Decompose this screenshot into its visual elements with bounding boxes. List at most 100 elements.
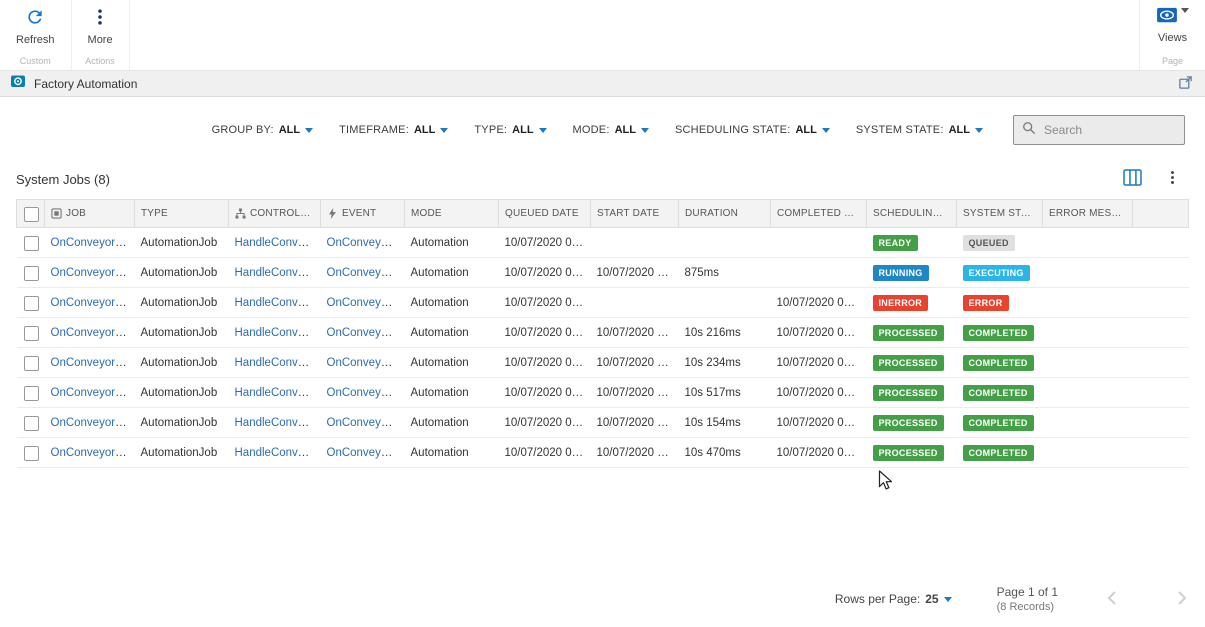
column-header-scheduling-sta[interactable]: SCHEDULING STA... [867, 200, 957, 228]
row-checkbox[interactable] [24, 296, 39, 311]
search-input[interactable] [1042, 122, 1176, 138]
page-info: Page 1 of 1 [997, 584, 1058, 600]
event-link[interactable]: OnConveyorBan [327, 327, 405, 339]
filter-label: TYPE: [474, 124, 507, 136]
controller-link[interactable]: HandleConveyo [235, 387, 317, 399]
system-state-cell: COMPLETED [957, 438, 1043, 468]
controller-link[interactable]: HandleConveyo [235, 327, 317, 339]
views-button[interactable]: Views [1152, 5, 1193, 46]
column-header-duration[interactable]: DURATION [679, 200, 771, 228]
rows-per-page-label: Rows per Page: [835, 592, 920, 606]
event-link[interactable]: OnConveyorBan [327, 237, 405, 249]
job-link[interactable]: OnConveyorBan [51, 387, 135, 399]
event-link[interactable]: OnConveyorBan [327, 417, 405, 429]
ribbon-group-caption-actions: Actions [85, 53, 115, 70]
job-cell: OnConveyorBan [45, 228, 135, 258]
row-checkbox[interactable] [24, 446, 39, 461]
table-row[interactable]: OnConveyorBanAutomationJobHandleConveyoO… [17, 438, 1189, 468]
column-header-controller[interactable]: CONTROLLER [229, 200, 321, 228]
completed-date-cell [771, 228, 867, 258]
controller-link[interactable]: HandleConveyo [235, 297, 317, 309]
table-row[interactable]: OnConveyorBanAutomationJobHandleConveyoO… [17, 348, 1189, 378]
job-link[interactable]: OnConveyorBan [51, 237, 135, 249]
select-all-checkbox[interactable] [24, 207, 39, 222]
column-header-system-state[interactable]: SYSTEM STATE [957, 200, 1043, 228]
system-state-cell: COMPLETED [957, 408, 1043, 438]
page-title: Factory Automation [34, 77, 137, 91]
column-header-type[interactable]: TYPE [135, 200, 229, 228]
event-link[interactable]: OnConveyorBan [327, 357, 405, 369]
controller-link[interactable]: HandleConveyo [235, 237, 317, 249]
filter-system-state[interactable]: SYSTEM STATE: ALL [856, 124, 983, 136]
event-link[interactable]: OnConveyorBan [327, 387, 405, 399]
controller-cell: HandleConveyo [229, 318, 321, 348]
job-link[interactable]: OnConveyorBan [51, 297, 135, 309]
job-link[interactable]: OnConveyorBan [51, 417, 135, 429]
row-checkbox[interactable] [24, 386, 39, 401]
row-checkbox[interactable] [24, 236, 39, 251]
filter-timeframe[interactable]: TIMEFRAME: ALL [339, 124, 448, 136]
duration-cell [679, 288, 771, 318]
job-link[interactable]: OnConveyorBan [51, 327, 135, 339]
job-cell: OnConveyorBan [45, 438, 135, 468]
completed-date-cell: 10/07/2020 03:... [771, 438, 867, 468]
row-checkbox[interactable] [24, 356, 39, 371]
event-link[interactable]: OnConveyorBan [327, 297, 405, 309]
row-checkbox[interactable] [24, 416, 39, 431]
column-header-job[interactable]: JOB [45, 200, 135, 228]
completed-date-cell: 10/07/2020 03:... [771, 348, 867, 378]
column-header-event[interactable]: EVENT [321, 200, 405, 228]
controller-link[interactable]: HandleConveyo [235, 447, 317, 459]
table-row[interactable]: OnConveyorBanAutomationJobHandleConveyoO… [17, 288, 1189, 318]
start-date-cell: 10/07/2020 03:... [591, 318, 679, 348]
controller-link[interactable]: HandleConveyo [235, 267, 317, 279]
table-row[interactable]: OnConveyorBanAutomationJobHandleConveyoO… [17, 258, 1189, 288]
completed-date-cell: 10/07/2020 03:... [771, 318, 867, 348]
table-more-options-button[interactable] [1164, 169, 1181, 189]
column-header-start-date[interactable]: START DATE [591, 200, 679, 228]
event-cell: OnConveyorBan [321, 438, 405, 468]
queued-date-cell: 10/07/2020 03:... [499, 438, 591, 468]
column-header-mode[interactable]: MODE [405, 200, 499, 228]
ribbon-group-page: Views Page [1139, 0, 1205, 70]
event-link[interactable]: OnConveyorBan [327, 447, 405, 459]
event-link[interactable]: OnConveyorBan [327, 267, 405, 279]
more-button[interactable]: More [84, 5, 117, 48]
job-link[interactable]: OnConveyorBan [51, 447, 135, 459]
type-cell: AutomationJob [135, 348, 229, 378]
controller-cell: HandleConveyo [229, 258, 321, 288]
rows-per-page-selector[interactable]: Rows per Page:25 [835, 592, 952, 606]
table-row[interactable]: OnConveyorBanAutomationJobHandleConveyoO… [17, 318, 1189, 348]
column-header-completed-date[interactable]: COMPLETED DATE [771, 200, 867, 228]
previous-page-button[interactable] [1103, 586, 1121, 613]
row-checkbox[interactable] [24, 266, 39, 281]
next-page-button[interactable] [1173, 586, 1191, 613]
filter-type[interactable]: TYPE: ALL [474, 124, 546, 136]
queued-date-cell: 10/07/2020 03:... [499, 228, 591, 258]
row-checkbox[interactable] [24, 326, 39, 341]
completed-date-cell: 10/07/2020 03:... [771, 288, 867, 318]
filter-group-by[interactable]: GROUP BY: ALL [212, 124, 314, 136]
controller-link[interactable]: HandleConveyo [235, 417, 317, 429]
chevron-right-icon [1177, 590, 1187, 609]
column-options-button[interactable] [1123, 169, 1142, 189]
table-row[interactable]: OnConveyorBanAutomationJobHandleConveyoO… [17, 408, 1189, 438]
job-link[interactable]: OnConveyorBan [51, 357, 135, 369]
table-row[interactable]: OnConveyorBanAutomationJobHandleConveyoO… [17, 378, 1189, 408]
start-date-cell: 10/07/2020 03:... [591, 348, 679, 378]
scheduling-state-cell: PROCESSED [867, 378, 957, 408]
column-header-queued-date[interactable]: QUEUED DATE [499, 200, 591, 228]
job-link[interactable]: OnConveyorBan [51, 267, 135, 279]
popout-button[interactable] [1176, 73, 1195, 95]
controller-link[interactable]: HandleConveyo [235, 357, 317, 369]
filter-mode[interactable]: MODE: ALL [573, 124, 649, 136]
type-cell: AutomationJob [135, 318, 229, 348]
table-row[interactable]: OnConveyorBanAutomationJobHandleConveyoO… [17, 228, 1189, 258]
column-header-error-message[interactable]: ERROR MESSAGE [1043, 200, 1133, 228]
row-spacer-cell [1133, 258, 1189, 288]
row-spacer-cell [1133, 408, 1189, 438]
event-icon [327, 208, 338, 219]
system-state-badge: COMPLETED [963, 445, 1034, 461]
filter-scheduling-state[interactable]: SCHEDULING STATE: ALL [675, 124, 830, 136]
refresh-button[interactable]: Refresh [12, 5, 59, 48]
